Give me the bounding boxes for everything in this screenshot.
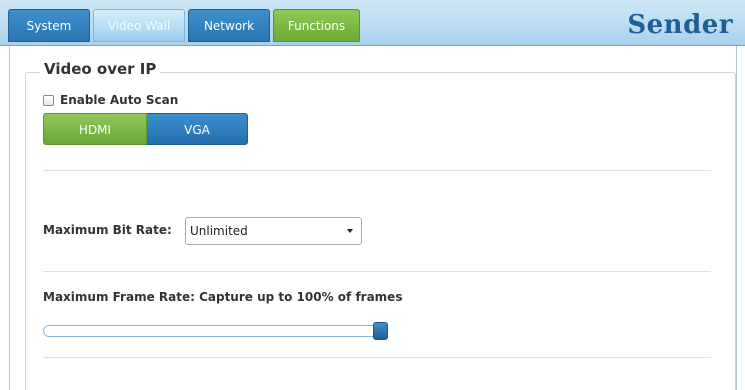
device-role-title: Sender [627, 10, 733, 40]
auto-scan-label[interactable]: Enable Auto Scan [60, 93, 178, 107]
dropdown-arrow-icon [347, 229, 353, 233]
bitrate-label: Maximum Bit Rate: [43, 223, 172, 237]
auto-scan-checkbox[interactable] [43, 94, 54, 106]
bitrate-select[interactable]: Unlimited [185, 217, 362, 245]
tab-network[interactable]: Network [188, 9, 270, 42]
bitrate-select-value: Unlimited [190, 224, 248, 238]
section-title: Video over IP [40, 60, 161, 78]
divider [43, 357, 711, 358]
divider [43, 271, 711, 272]
framerate-label: Maximum Frame Rate: Capture up to 100% o… [43, 290, 403, 304]
hdmi-source-button[interactable]: HDMI [43, 113, 147, 145]
top-navigation-bar: System Video Wall Network Functions Send… [0, 0, 745, 46]
framerate-slider-handle[interactable] [373, 322, 388, 340]
framerate-slider-track[interactable] [43, 325, 385, 337]
tab-system[interactable]: System [8, 9, 90, 42]
vga-source-button[interactable]: VGA [147, 113, 248, 145]
tab-functions[interactable]: Functions [273, 9, 360, 42]
auto-scan-row[interactable]: Enable Auto Scan [43, 92, 178, 108]
tab-video-wall[interactable]: Video Wall [93, 9, 185, 42]
divider [43, 170, 711, 171]
